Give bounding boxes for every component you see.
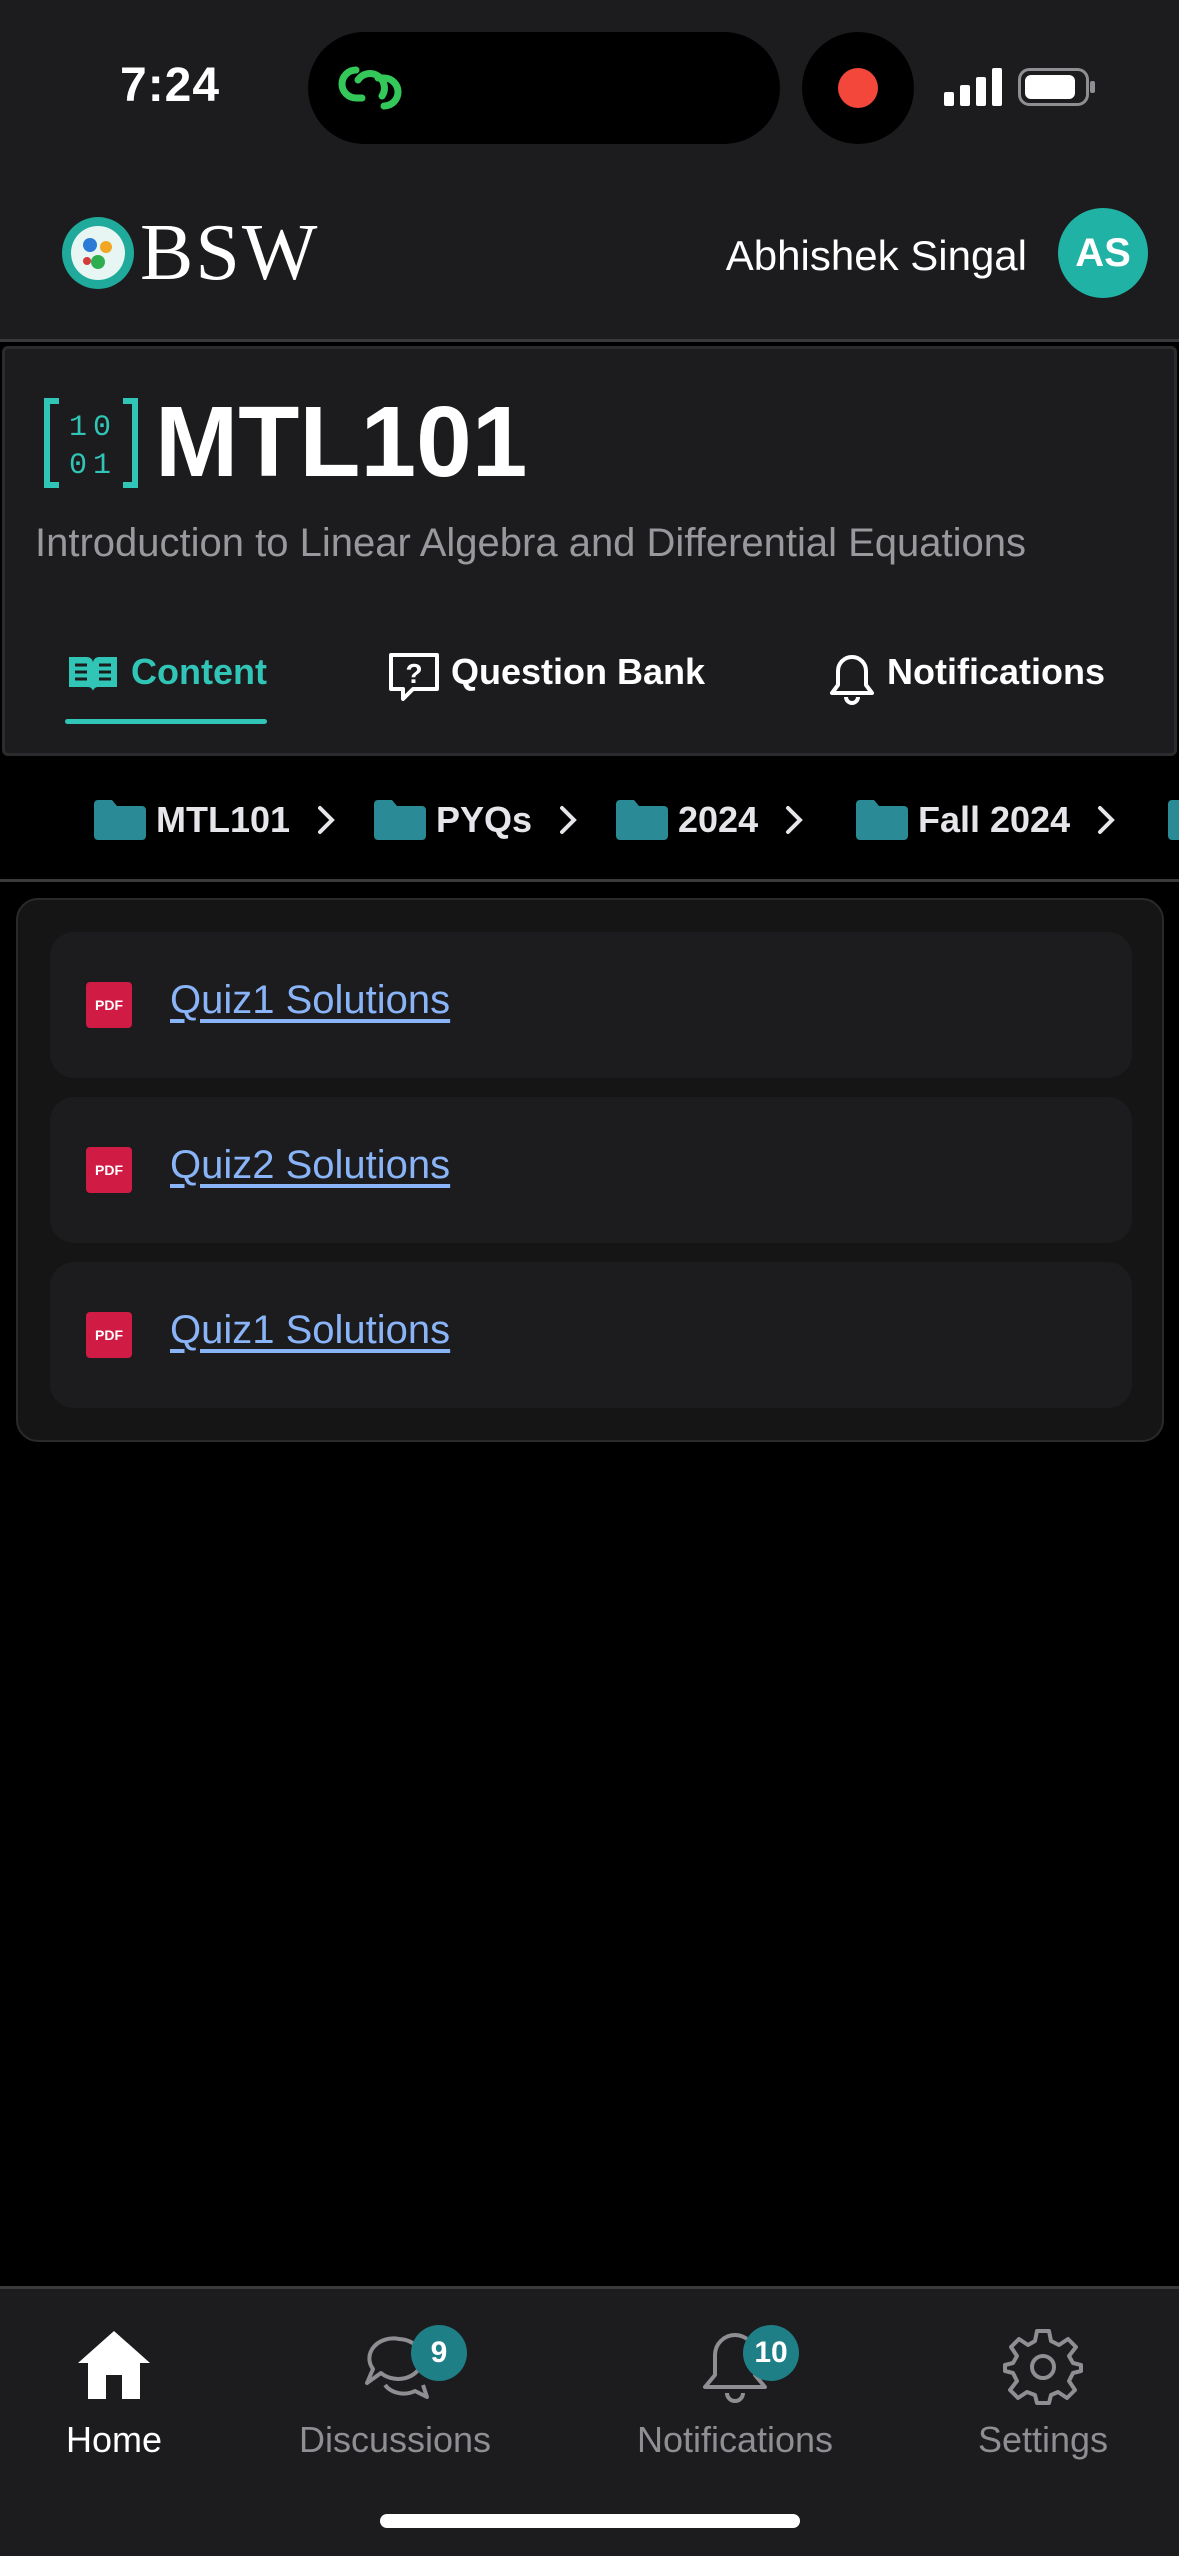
recording-indicator bbox=[802, 32, 914, 144]
file-link[interactable]: Quiz1 Solutions bbox=[170, 978, 450, 1023]
avatar[interactable]: AS bbox=[1058, 208, 1148, 298]
breadcrumb[interactable]: MTL101 PYQs 2024 Fall 2024 bbox=[0, 760, 1179, 882]
nav-discussions-label: Discussions bbox=[298, 2419, 492, 2460]
course-panel: 1 0 0 1 MTL101 Introduction to Linear Al… bbox=[2, 346, 1177, 756]
logo-text[interactable]: BSW bbox=[140, 208, 319, 298]
dynamic-island bbox=[308, 32, 780, 144]
nav-settings-label: Settings bbox=[977, 2419, 1109, 2460]
user-name: Abhishek Singal bbox=[725, 232, 1027, 279]
nav-discussions[interactable]: Discussions 9 bbox=[265, 2325, 525, 2461]
file-link[interactable]: Quiz1 Solutions bbox=[170, 1308, 450, 1353]
recording-dot-icon bbox=[838, 68, 878, 108]
open-book-icon bbox=[69, 657, 117, 691]
bell-icon bbox=[830, 655, 874, 705]
status-bar: 7:24 bbox=[0, 0, 1179, 160]
active-tab-indicator bbox=[65, 719, 267, 724]
breadcrumb-label: PYQs bbox=[436, 799, 533, 840]
discussions-badge: 9 bbox=[411, 2325, 467, 2381]
nav-settings[interactable]: Settings bbox=[913, 2325, 1173, 2461]
list-item[interactable]: PDF Quiz1 Solutions bbox=[50, 932, 1132, 1078]
svg-text:0: 0 bbox=[93, 411, 111, 445]
tab-question-bank-label: Question Bank bbox=[451, 651, 706, 692]
pdf-icon: PDF bbox=[86, 982, 132, 1028]
chevron-right-icon bbox=[1098, 806, 1115, 834]
app-header: BSW Abhishek Singal AS bbox=[0, 160, 1179, 342]
course-name: Introduction to Linear Algebra and Diffe… bbox=[35, 521, 1027, 565]
tab-notifications[interactable]: Notifications bbox=[827, 639, 1105, 729]
chevron-right-icon bbox=[786, 806, 803, 834]
breadcrumb-item[interactable]: MTL101 bbox=[94, 792, 338, 848]
bsw-logo-icon[interactable] bbox=[60, 215, 136, 291]
folder-icon bbox=[616, 800, 668, 840]
folder-icon bbox=[374, 800, 426, 840]
pdf-icon: PDF bbox=[86, 1147, 132, 1193]
home-icon bbox=[78, 2331, 150, 2399]
folder-icon bbox=[1168, 800, 1179, 840]
course-tabs: Content ? Question Bank Notifications bbox=[5, 639, 1174, 729]
folder-icon bbox=[856, 800, 908, 840]
list-item[interactable]: PDF Quiz1 Solutions bbox=[50, 1262, 1132, 1408]
tab-content-label: Content bbox=[131, 651, 267, 692]
breadcrumb-item[interactable]: Fall 2024 bbox=[856, 792, 1118, 848]
breadcrumb-label: 2024 bbox=[678, 799, 759, 840]
nav-home[interactable]: Home bbox=[0, 2325, 244, 2461]
chevron-right-icon bbox=[318, 806, 335, 834]
battery-icon bbox=[1018, 68, 1095, 106]
breadcrumb-label: Fall 2024 bbox=[918, 799, 1071, 840]
folder-icon bbox=[94, 800, 146, 840]
status-time: 7:24 bbox=[120, 59, 221, 112]
question-bubble-icon: ? bbox=[389, 653, 439, 701]
svg-text:1: 1 bbox=[69, 411, 87, 445]
binary-bracket-icon: 1 0 0 1 bbox=[44, 398, 138, 488]
home-indicator[interactable] bbox=[380, 2514, 800, 2528]
notifications-badge: 10 bbox=[743, 2325, 799, 2381]
breadcrumb-item[interactable]: 2024 bbox=[616, 792, 806, 848]
link-rings-icon bbox=[338, 66, 402, 110]
breadcrumb-item-overflow[interactable] bbox=[1168, 792, 1179, 848]
svg-text:1: 1 bbox=[93, 449, 111, 483]
breadcrumb-item[interactable]: PYQs bbox=[374, 792, 580, 848]
svg-text:?: ? bbox=[405, 658, 422, 689]
svg-text:0: 0 bbox=[69, 449, 87, 483]
chevron-right-icon bbox=[560, 806, 577, 834]
list-item[interactable]: PDF Quiz2 Solutions bbox=[50, 1097, 1132, 1243]
course-code: MTL101 bbox=[155, 386, 528, 498]
breadcrumb-label: MTL101 bbox=[156, 799, 291, 840]
nav-notifications-label: Notifications bbox=[636, 2419, 834, 2460]
file-list: PDF Quiz1 Solutions PDF Quiz2 Solutions … bbox=[16, 898, 1164, 1442]
nav-notifications[interactable]: Notifications 10 bbox=[605, 2325, 865, 2461]
gear-icon bbox=[1003, 2329, 1083, 2405]
pdf-icon: PDF bbox=[86, 1312, 132, 1358]
tab-content[interactable]: Content bbox=[65, 639, 267, 729]
signal-bars-icon bbox=[944, 68, 1002, 106]
file-link[interactable]: Quiz2 Solutions bbox=[170, 1143, 450, 1188]
tab-notifications-label: Notifications bbox=[887, 651, 1106, 692]
tab-question-bank[interactable]: ? Question Bank bbox=[387, 639, 705, 729]
nav-home-label: Home bbox=[65, 2419, 163, 2460]
